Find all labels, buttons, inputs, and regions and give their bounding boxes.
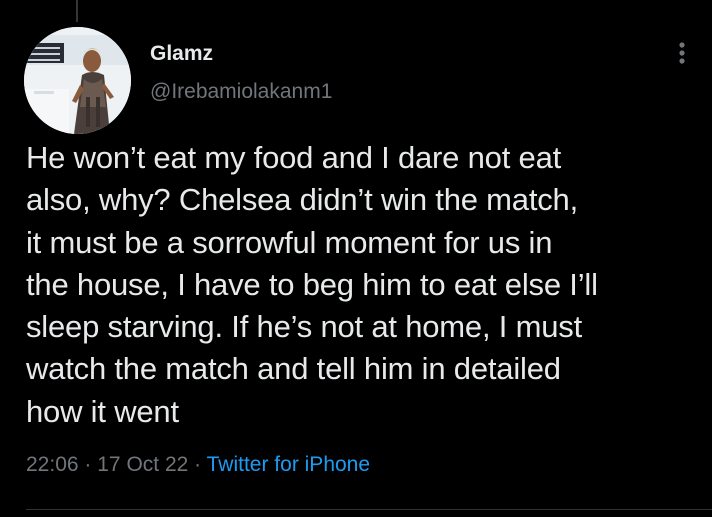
meta-separator: · bbox=[194, 453, 202, 476]
tweet-text: He won’t eat my food and I dare not eat … bbox=[26, 137, 698, 433]
tweet-text-line: sleep starving. If he’s not at home, I m… bbox=[26, 309, 582, 345]
tweet-text-line: how it went bbox=[26, 393, 179, 429]
more-vertical-icon bbox=[679, 42, 685, 64]
tweet-text-line: watch the match and tell him in detailed bbox=[26, 351, 561, 387]
avatar[interactable] bbox=[24, 27, 131, 134]
tweet-date[interactable]: 17 Oct 22 bbox=[97, 453, 188, 476]
meta-separator: · bbox=[84, 453, 92, 476]
tweet-source-link[interactable]: Twitter for iPhone bbox=[207, 453, 370, 476]
tweet-text-line: it must be a sorrowful moment for us in bbox=[26, 224, 553, 260]
tweet-text-line: He won’t eat my food and I dare not eat bbox=[26, 140, 562, 175]
more-options-button[interactable] bbox=[668, 36, 696, 70]
tweet-text-line: also, why? Chelsea didn’t win the match, bbox=[26, 182, 579, 218]
display-name[interactable]: Glamz bbox=[150, 42, 213, 66]
tweet-time[interactable]: 22:06 bbox=[26, 453, 79, 476]
thread-connector-line bbox=[76, 0, 78, 22]
tweet-text-line: the house, I have to beg him to eat else… bbox=[26, 266, 598, 302]
profile-photo bbox=[24, 27, 131, 134]
tweet-meta: 22:06 · 17 Oct 22 · Twitter for iPhone bbox=[26, 453, 370, 477]
user-handle[interactable]: @Irebamiolakanm1 bbox=[150, 80, 332, 104]
divider bbox=[26, 509, 712, 510]
